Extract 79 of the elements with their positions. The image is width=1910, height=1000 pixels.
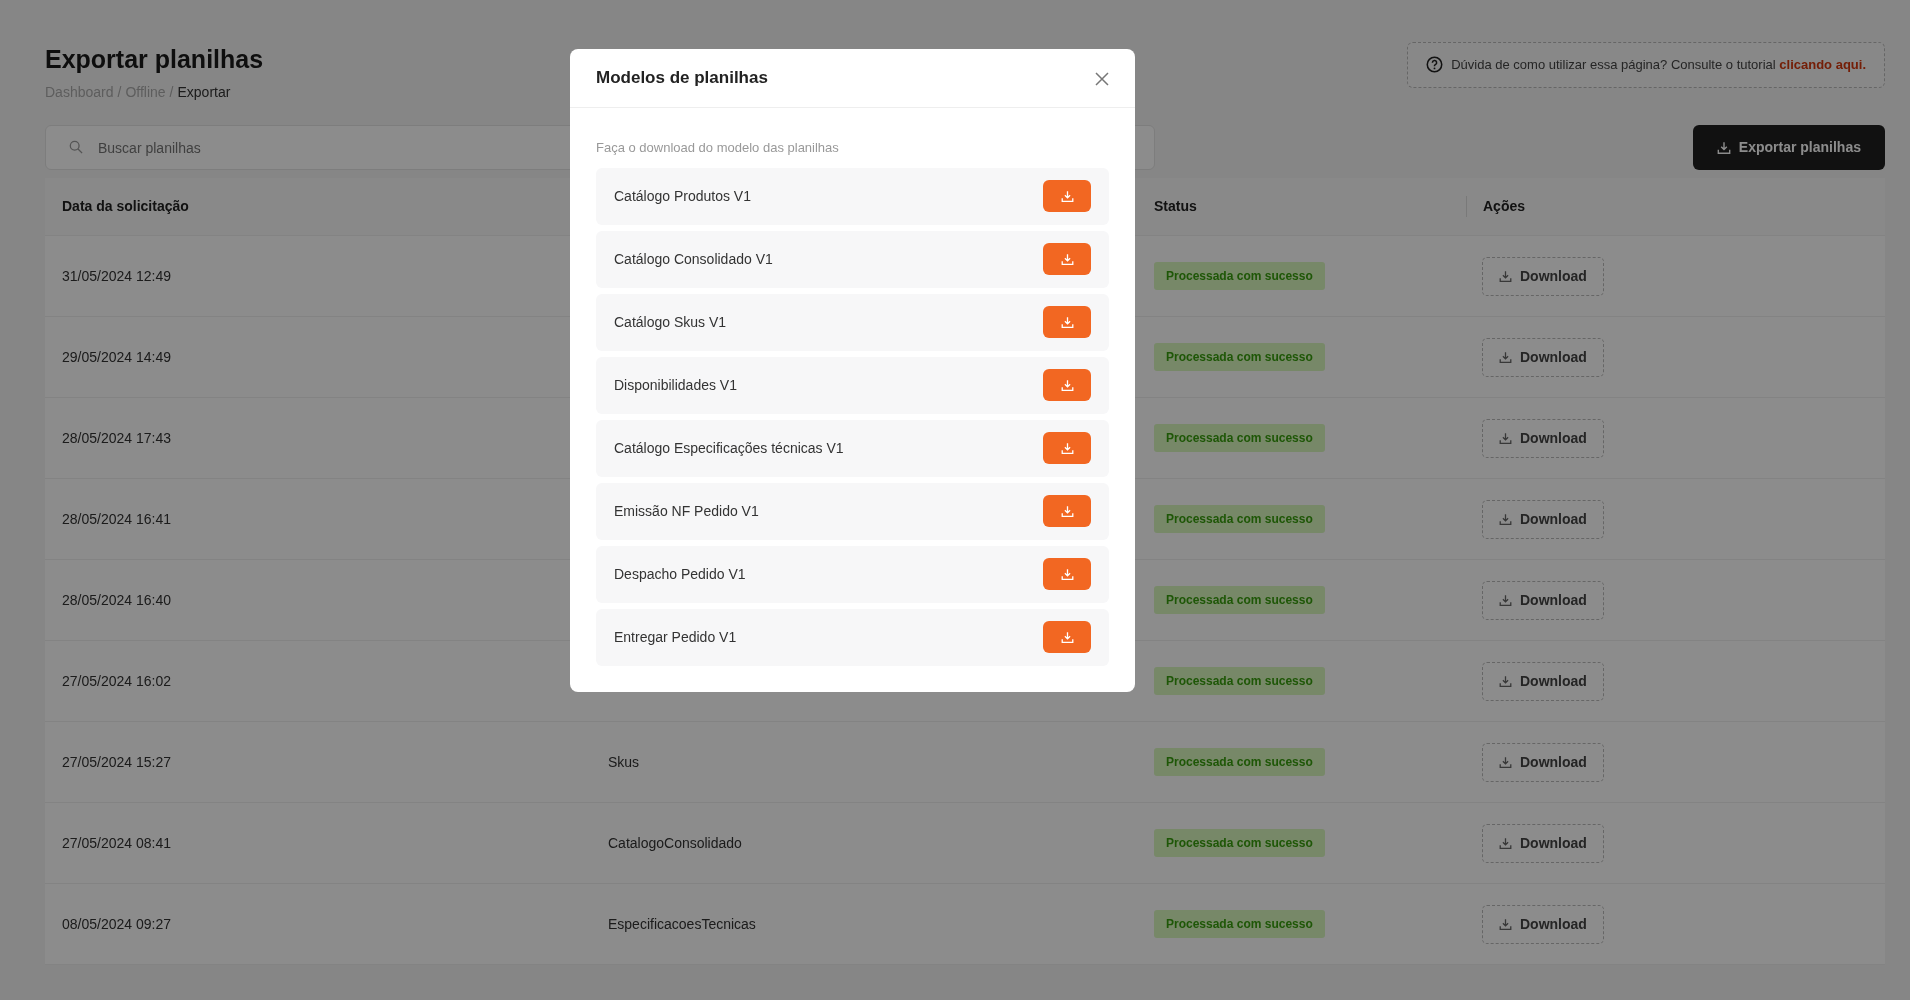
download-icon [1060,441,1074,455]
template-name: Disponibilidades V1 [614,375,737,395]
status-badge: Processada com sucesso [1154,910,1325,938]
download-icon [1499,512,1512,526]
status-badge: Processada com sucesso [1154,667,1325,695]
date-cell-text: 08/05/2024 09:27 [62,914,172,934]
date-cell-text: 28/05/2024 16:41 [62,509,172,529]
download-button[interactable]: Download [1482,337,1604,377]
download-icon [1060,504,1074,518]
tutorial-link[interactable]: clicando aqui. [1779,57,1866,72]
download-icon [1499,674,1512,688]
download-button[interactable]: Download [1482,418,1604,458]
status-badge: Processada com sucesso [1154,748,1325,776]
template-name: Catálogo Skus V1 [614,312,727,332]
download-icon [1499,431,1512,445]
template-name: Catálogo Produtos V1 [614,186,751,206]
column-header: Ações [1466,196,1885,217]
date-cell-text: 31/05/2024 12:49 [62,266,172,286]
download-button[interactable]: Download [1482,499,1604,539]
date-cell-text: 27/05/2024 16:02 [62,671,172,691]
date-cell-text: 28/05/2024 16:40 [62,590,172,610]
template-name: Catálogo Consolidado V1 [614,249,773,269]
type-cell-text: EspecificacoesTecnicas [608,914,757,934]
export-button[interactable]: Exportar planilhas [1692,125,1885,170]
status-badge: Processada com sucesso [1154,829,1325,857]
download-icon [1499,755,1512,769]
close-icon [1095,71,1109,86]
download-icon [1499,836,1512,850]
breadcrumb-separator: / [169,83,174,102]
breadcrumb-separator: / [117,83,122,102]
column-header: Status [1154,197,1198,216]
type-cell-text: CatalogoConsolidado [608,833,743,853]
template-name: Entregar Pedido V1 [614,627,737,647]
date-cell-text: 27/05/2024 08:41 [62,833,172,853]
download-button[interactable] [1043,180,1091,212]
help-icon [1426,56,1444,74]
modal-subtitle: Faça o download do modelo das planilhas [595,139,840,157]
download-icon [1499,593,1512,607]
download-icon [1499,350,1512,364]
template-name: Catálogo Especificações técnicas V1 [614,438,844,458]
date-cell-text: 27/05/2024 15:27 [62,752,172,772]
download-icon [1060,630,1074,644]
help-text: Dúvida de como utilizar essa página? Consulte o tutorial clicando aqui. [1451,56,1866,74]
status-badge: Processada com sucesso [1154,262,1325,290]
status-badge: Processada com sucesso [1154,424,1325,452]
breadcrumb-link[interactable]: Exportar [177,82,231,103]
date-cell-text: 28/05/2024 17:43 [62,428,172,448]
download-icon [1060,567,1074,581]
download-button[interactable] [1043,621,1091,653]
template-name: Despacho Pedido V1 [614,564,746,584]
type-cell-text: Skus [608,752,641,772]
download-button[interactable] [1043,432,1091,464]
template-name: Emissão NF Pedido V1 [614,501,759,521]
search-icon [69,140,83,154]
download-button[interactable] [1043,495,1091,527]
download-button[interactable]: Download [1482,661,1604,701]
download-icon [1499,917,1512,931]
download-icon [1060,378,1074,392]
download-button[interactable]: Download [1482,904,1604,944]
page-title: Exportar planilhas [45,44,264,74]
download-button[interactable] [1043,369,1091,401]
download-icon [1060,315,1074,329]
status-badge: Processada com sucesso [1154,343,1325,371]
download-button[interactable]: Download [1482,823,1604,863]
status-badge: Processada com sucesso [1154,586,1325,614]
download-button[interactable]: Download [1482,742,1604,782]
column-header: Data da solicitação [62,197,190,216]
download-icon [1716,140,1731,155]
download-button[interactable] [1043,306,1091,338]
download-icon [1060,189,1074,203]
modal-title: Modelos de planilhas [596,67,768,90]
download-icon [1499,269,1512,283]
status-badge: Processada com sucesso [1154,505,1325,533]
download-icon [1060,252,1074,266]
download-button[interactable] [1043,243,1091,275]
date-cell-text: 29/05/2024 14:49 [62,347,172,367]
download-button[interactable]: Download [1482,256,1604,296]
download-button[interactable] [1043,558,1091,590]
download-button[interactable]: Download [1482,580,1604,620]
